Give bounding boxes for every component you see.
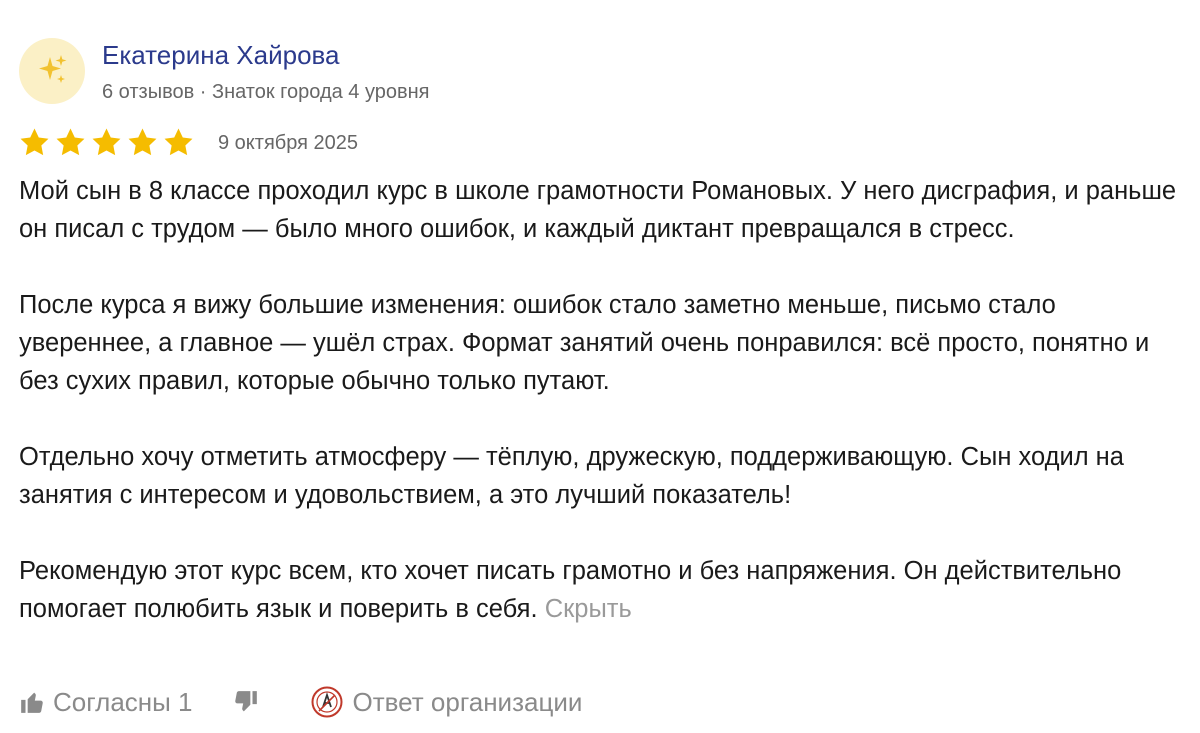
review-paragraph-4: Рекомендую этот курс всем, кто хочет пис… — [19, 552, 1189, 628]
dislike-button[interactable] — [233, 689, 259, 715]
like-button[interactable]: Согласны 1 — [19, 687, 193, 718]
organization-reply-button[interactable]: Ответ организации — [311, 686, 583, 718]
avatar[interactable] — [19, 38, 85, 104]
review-text: Мой сын в 8 классе проходил курс в школе… — [19, 172, 1189, 628]
review-paragraph-2: После курса я вижу большие изменения: ош… — [19, 291, 1150, 395]
star-icon — [128, 128, 157, 156]
organization-reply-label: Ответ организации — [352, 686, 583, 717]
star-icon — [20, 128, 49, 156]
author-name[interactable]: Екатерина Хайрова — [102, 38, 340, 72]
organization-logo-icon — [311, 686, 343, 718]
like-label: Согласны 1 — [53, 686, 193, 717]
star-icon — [56, 128, 85, 156]
sparkles-icon — [39, 55, 67, 83]
review-footer: Согласны 1 Ответ организации — [19, 680, 582, 724]
review-paragraph-1: Мой сын в 8 классе проходил курс в школе… — [19, 177, 1177, 243]
review-paragraph-3: Отдельно хочу отметить атмосферу — тёплу… — [19, 443, 1124, 509]
author-meta: 6 отзывов · Знаток города 4 уровня — [102, 81, 430, 103]
collapse-link[interactable]: Скрыть — [545, 595, 632, 623]
thumbs-down-icon — [234, 691, 257, 712]
star-rating — [19, 127, 194, 158]
review-date: 9 октября 2025 — [218, 132, 358, 154]
thumbs-up-icon — [21, 692, 43, 713]
star-icon — [92, 128, 121, 156]
review-card: Екатерина Хайрова 6 отзывов · Знаток гор… — [0, 0, 1200, 733]
star-icon — [164, 128, 193, 156]
